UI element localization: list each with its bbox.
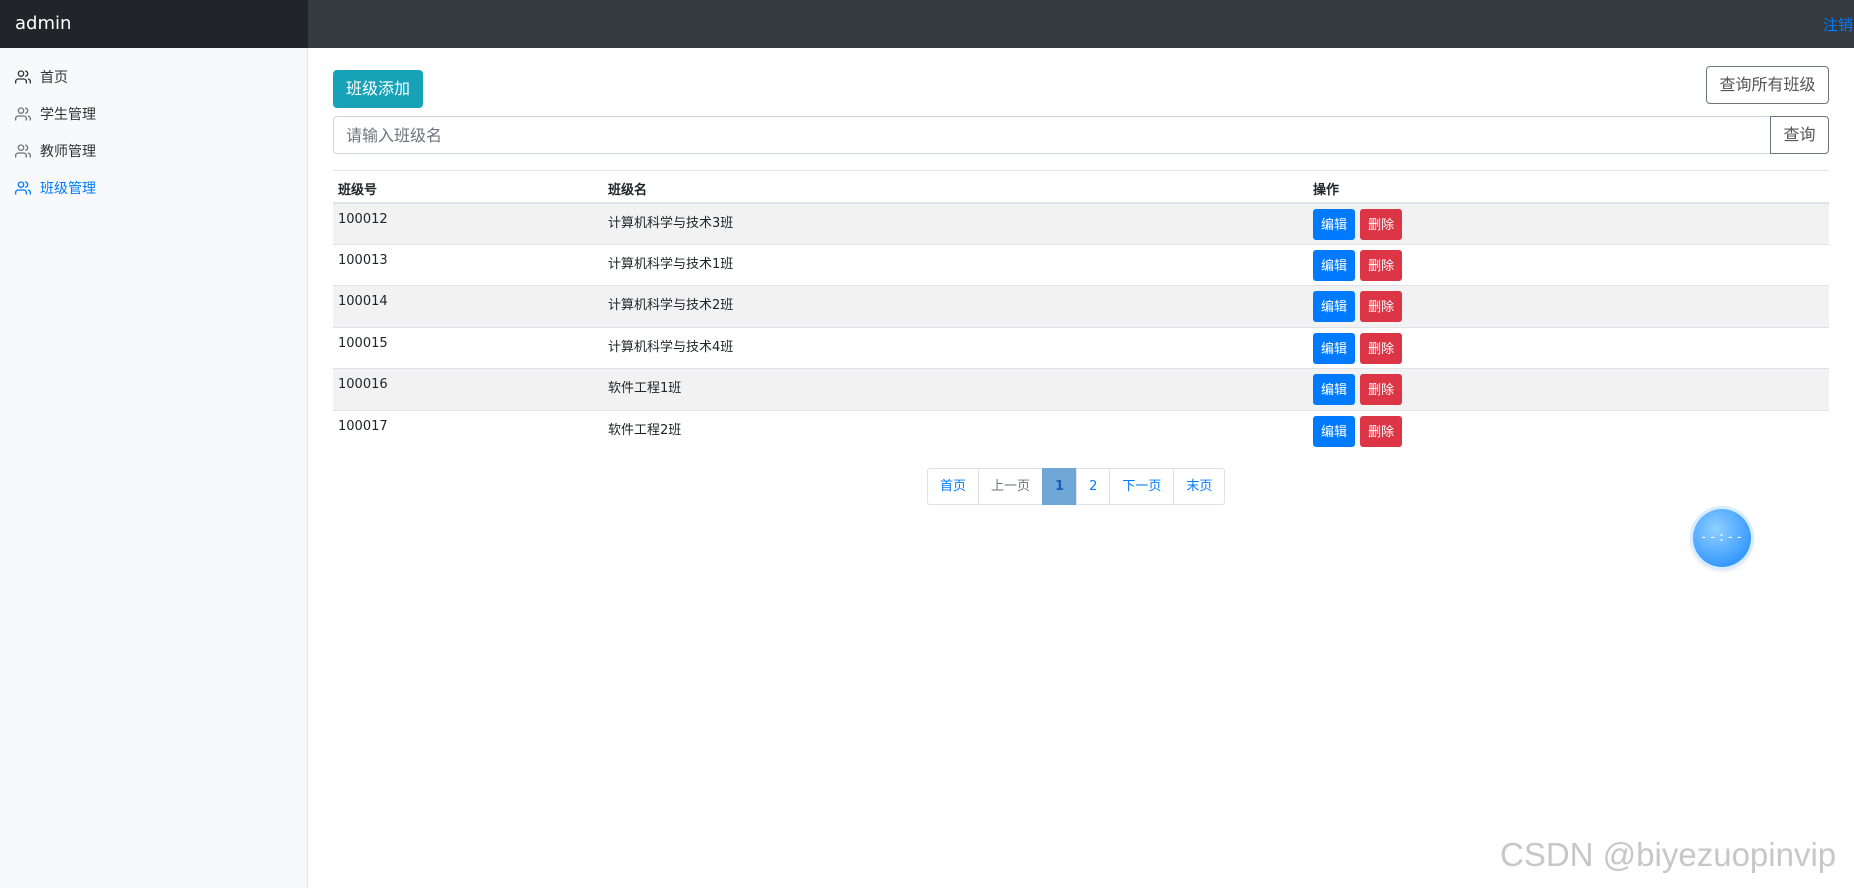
search-bar: 查询 <box>333 116 1829 154</box>
users-icon <box>15 143 31 159</box>
users-icon <box>15 180 31 196</box>
class-table: 班级号 班级名 操作 100012 计算机科学与技术3班 编辑 删除 10001… <box>333 170 1829 453</box>
table-row: 100017 软件工程2班 编辑 删除 <box>333 409 1829 453</box>
pagination-page-2[interactable]: 2 <box>1076 468 1111 505</box>
class-id-cell: 100017 <box>333 409 603 453</box>
edit-button[interactable]: 编辑 <box>1313 332 1356 364</box>
users-icon <box>15 106 31 122</box>
edit-button[interactable]: 编辑 <box>1313 415 1356 447</box>
sidebar-item-classes[interactable]: 班级管理 <box>15 176 96 200</box>
pagination-prev[interactable]: 上一页 <box>978 468 1044 505</box>
actions-cell: 编辑 删除 <box>1308 326 1829 369</box>
edit-button[interactable]: 编辑 <box>1313 374 1356 406</box>
sidebar: 首页 学生管理 教师管理 班级管理 <box>0 48 308 888</box>
delete-button[interactable]: 删除 <box>1360 374 1403 406</box>
pagination-next[interactable]: 下一页 <box>1109 468 1175 505</box>
delete-button[interactable]: 删除 <box>1360 249 1403 281</box>
top-navbar: admin 注销 <box>0 0 1854 48</box>
actions-cell: 编辑 删除 <box>1308 243 1829 286</box>
actions-cell: 编辑 删除 <box>1308 285 1829 328</box>
table-row: 100012 计算机科学与技术3班 编辑 删除 <box>333 202 1829 245</box>
class-id-cell: 100014 <box>333 285 603 328</box>
add-class-button[interactable]: 班级添加 <box>333 70 423 108</box>
table-row: 100016 软件工程1班 编辑 删除 <box>333 368 1829 411</box>
class-id-cell: 100012 <box>333 202 603 245</box>
sidebar-item-students[interactable]: 学生管理 <box>15 102 96 126</box>
table-row: 100014 计算机科学与技术2班 编辑 删除 <box>333 285 1829 328</box>
brand-title[interactable]: admin <box>0 0 308 48</box>
class-name-cell: 软件工程1班 <box>603 368 1308 411</box>
sidebar-item-home[interactable]: 首页 <box>15 65 68 89</box>
actions-cell: 编辑 删除 <box>1308 368 1829 411</box>
delete-button[interactable]: 删除 <box>1360 332 1403 364</box>
class-name-cell: 计算机科学与技术3班 <box>603 202 1308 245</box>
delete-button[interactable]: 删除 <box>1360 415 1403 447</box>
search-button[interactable]: 查询 <box>1770 116 1829 154</box>
edit-button[interactable]: 编辑 <box>1313 208 1356 240</box>
delete-button[interactable]: 删除 <box>1360 208 1403 240</box>
sidebar-item-label: 学生管理 <box>40 107 96 123</box>
sidebar-item-teachers[interactable]: 教师管理 <box>15 139 96 163</box>
class-id-cell: 100015 <box>333 326 603 369</box>
delete-button[interactable]: 删除 <box>1360 291 1403 323</box>
column-header-class-name: 班级名 <box>603 170 1308 204</box>
class-id-cell: 100013 <box>333 243 603 286</box>
logout-link[interactable]: 注销 <box>1823 0 1854 48</box>
class-id-cell: 100016 <box>333 368 603 411</box>
sidebar-item-label: 班级管理 <box>40 181 96 197</box>
edit-button[interactable]: 编辑 <box>1313 249 1356 281</box>
class-name-search-input[interactable] <box>333 116 1771 154</box>
pagination-first[interactable]: 首页 <box>927 468 980 505</box>
sidebar-item-label: 教师管理 <box>40 144 96 160</box>
table-row: 100013 计算机科学与技术1班 编辑 删除 <box>333 243 1829 286</box>
pagination-page-1[interactable]: 1 <box>1042 468 1078 505</box>
pagination-last[interactable]: 末页 <box>1173 468 1226 505</box>
table-header-row: 班级号 班级名 操作 <box>333 170 1829 204</box>
sidebar-item-label: 首页 <box>40 70 68 86</box>
column-header-actions: 操作 <box>1308 170 1829 204</box>
class-name-cell: 计算机科学与技术2班 <box>603 285 1308 328</box>
pagination: 首页 上一页 1 2 下一页 末页 <box>927 468 1226 505</box>
query-all-classes-button[interactable]: 查询所有班级 <box>1706 66 1829 104</box>
edit-button[interactable]: 编辑 <box>1313 291 1356 323</box>
class-name-cell: 软件工程2班 <box>603 409 1308 453</box>
column-header-class-id: 班级号 <box>333 170 603 204</box>
actions-cell: 编辑 删除 <box>1308 409 1829 453</box>
watermark: CSDN @biyezuopinvip <box>1500 836 1837 873</box>
class-name-cell: 计算机科学与技术1班 <box>603 243 1308 286</box>
users-icon <box>15 69 31 85</box>
actions-cell: 编辑 删除 <box>1308 202 1829 245</box>
class-name-cell: 计算机科学与技术4班 <box>603 326 1308 369</box>
table-row: 100015 计算机科学与技术4班 编辑 删除 <box>333 326 1829 369</box>
floating-clock-widget[interactable]: --:-- <box>1693 509 1751 567</box>
